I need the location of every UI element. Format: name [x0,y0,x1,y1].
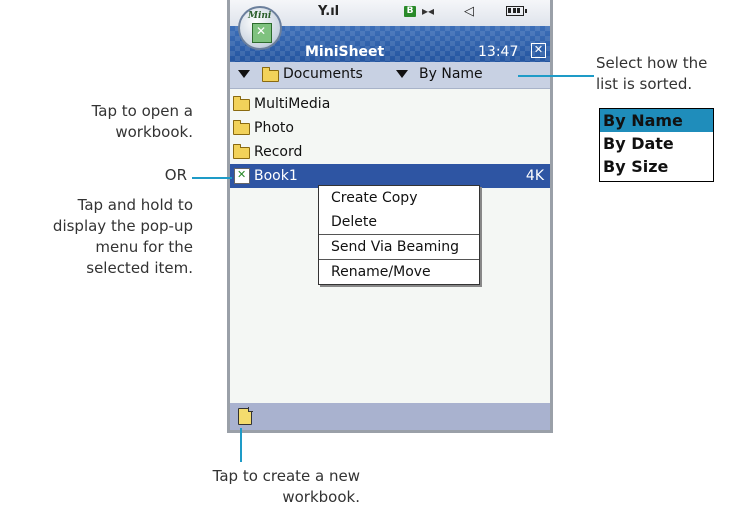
minisheet-app-icon[interactable]: Mini [238,6,282,50]
annotation-new-workbook: Tap to create a new workbook. [160,466,360,508]
annotation-or: OR [164,166,187,184]
annotation-line: display the pop-up [52,217,193,235]
device-frame: Y.ıl B ▸◂ ◁ Mini MiniSheet 13:47 ✕ Docum… [227,0,553,433]
menu-item-create-copy[interactable]: Create Copy [319,186,479,210]
callout-line-new [240,428,242,462]
annotation-open-workbook: Tap to open a workbook. [92,101,193,143]
callout-line-sort [518,75,594,77]
new-document-icon[interactable] [238,407,253,425]
list-item-photo[interactable]: Photo [230,116,550,140]
annotation-line: Tap and hold to [77,196,193,214]
device-screen: Y.ıl B ▸◂ ◁ Mini MiniSheet 13:47 ✕ Docum… [230,0,550,430]
close-button[interactable]: ✕ [531,43,546,58]
list-item-label: Book1 [254,168,298,184]
folder-icon [233,144,250,159]
annotation-line: workbook. [282,488,360,506]
sort-dropdown-arrow-icon[interactable] [396,70,408,78]
list-item-label: MultiMedia [254,96,331,112]
toolbar: Documents By Name [230,62,550,89]
folder-icon [233,96,250,111]
folder-icon [262,67,279,82]
menu-item-delete[interactable]: Delete [319,210,479,234]
annotation-line: Tap to open a [91,102,193,120]
workbook-icon [234,168,250,184]
annotation-line: workbook. [115,123,193,141]
sort-option-by-size[interactable]: By Size [600,155,713,178]
infrared-icon: ▸◂ [422,4,435,18]
callout-line-book1 [192,177,232,179]
annotation-tap-hold: Tap and hold to display the pop-up menu … [53,195,193,279]
annotation-line: list is sorted. [596,75,693,93]
sort-dropdown[interactable]: By Name [419,66,483,82]
annotation-sort: Select how the list is sorted. [596,53,707,95]
annotation-line: menu for the [95,238,193,256]
battery-icon [506,6,527,16]
list-item-label: Record [254,144,303,160]
spreadsheet-icon [252,23,272,43]
app-title: MiniSheet [305,44,385,60]
folder-dropdown[interactable]: Documents [283,66,363,82]
file-size: 4K [525,168,544,184]
folder-icon [233,120,250,135]
speaker-icon: ◁ [464,4,474,19]
menu-item-send-via-beaming[interactable]: Send Via Beaming [319,234,479,259]
annotation-line: Select how the [596,54,708,72]
sort-options-box: By Name By Date By Size [599,108,714,182]
command-bar [230,403,550,430]
list-item-record[interactable]: Record [230,140,550,164]
bluetooth-icon: B [404,6,416,17]
clock: 13:47 [478,44,519,60]
annotation-line: Tap to create a new [212,467,360,485]
signal-strength-icon: Y.ıl [318,4,340,19]
menu-item-rename-move[interactable]: Rename/Move [319,259,479,284]
annotation-line: selected item. [86,259,193,277]
folder-dropdown-arrow-icon[interactable] [238,70,250,78]
popup-menu: Create Copy Delete Send Via Beaming Rena… [318,185,480,285]
list-item-label: Photo [254,120,294,136]
sort-option-by-date[interactable]: By Date [600,132,713,155]
app-icon-label: Mini [248,11,272,21]
sort-option-by-name[interactable]: By Name [600,109,713,132]
list-item-multimedia[interactable]: MultiMedia [230,92,550,116]
